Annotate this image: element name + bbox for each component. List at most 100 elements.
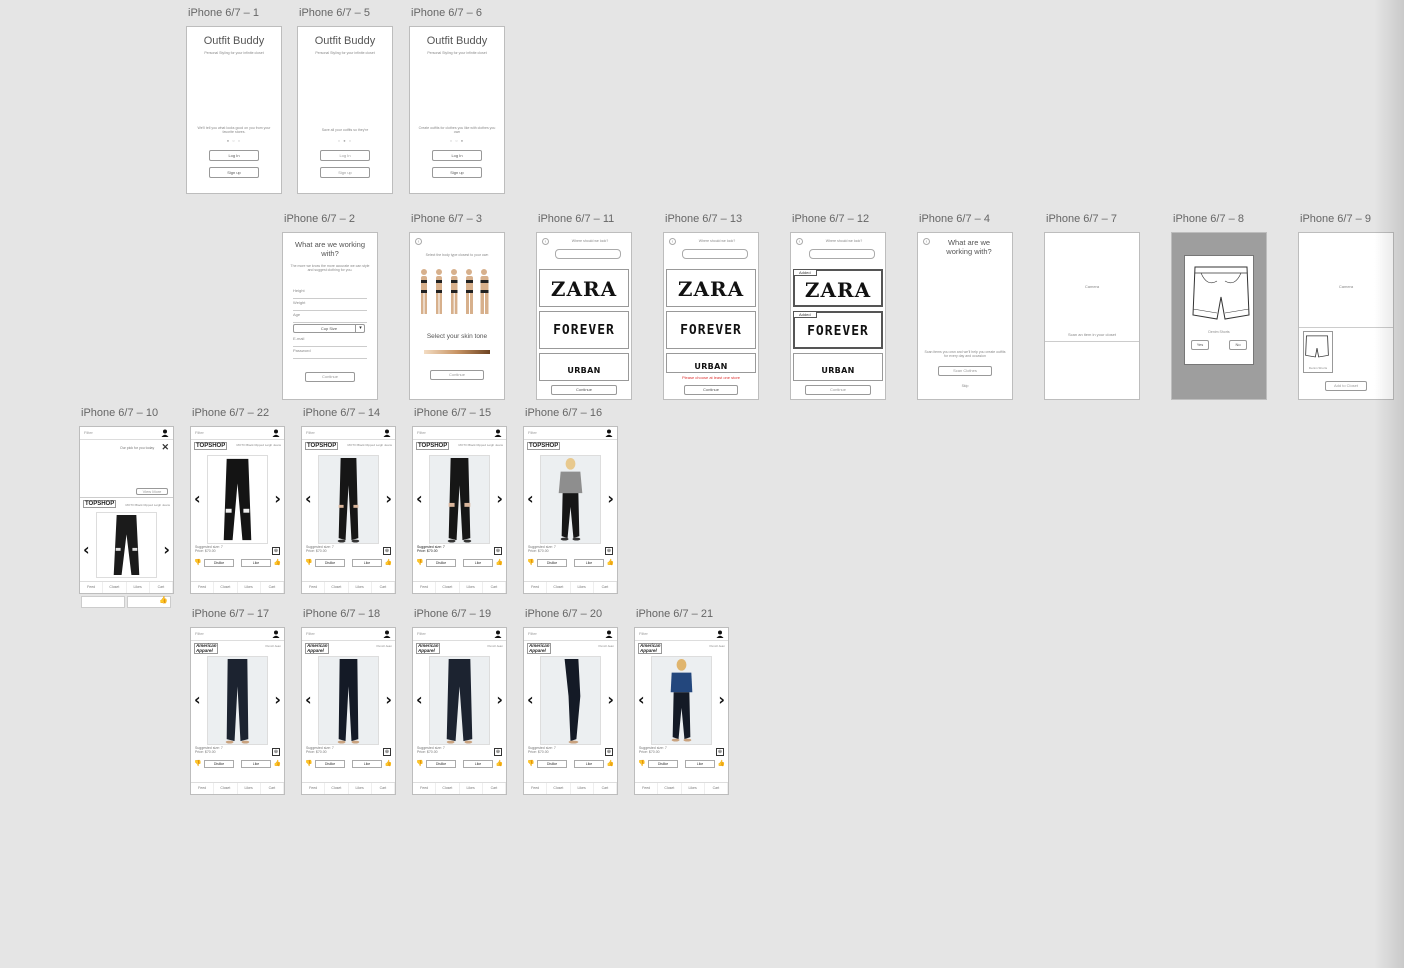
filter-button[interactable]: Filter (195, 430, 204, 435)
chevron-down-icon[interactable]: ▾ (355, 324, 365, 333)
tab-feed[interactable]: Feed (413, 783, 437, 794)
thumbs-up-icon[interactable]: 👍 (385, 559, 392, 566)
store-search-input[interactable] (809, 249, 875, 259)
previous-arrow-icon[interactable]: ‹ (194, 690, 201, 709)
next-arrow-icon[interactable]: › (163, 540, 170, 559)
age-field[interactable]: Age (293, 312, 367, 323)
tab-likes[interactable]: Likes (682, 783, 705, 794)
tab-cart[interactable]: Cart (483, 582, 506, 593)
tab-cart[interactable]: Cart (483, 783, 506, 794)
user-icon[interactable] (272, 630, 280, 638)
previous-arrow-icon[interactable]: ‹ (638, 690, 645, 709)
add-to-cart-icon[interactable]: ⊕ (272, 748, 280, 756)
add-to-cart-icon[interactable]: ⊕ (494, 547, 502, 555)
add-to-cart-icon[interactable]: ⊕ (272, 547, 280, 555)
thumbs-up-icon[interactable]: 👍 (607, 559, 614, 566)
signup-button[interactable]: Sign up (320, 167, 370, 178)
store-urban-outfitters[interactable]: URBAN OUTFITTERS (666, 353, 756, 373)
next-arrow-icon[interactable]: › (718, 690, 725, 709)
user-icon[interactable] (716, 630, 724, 638)
tab-closet[interactable]: Closet (325, 783, 349, 794)
view-more-button[interactable]: View More (136, 488, 168, 495)
back-icon[interactable]: ‹ (796, 238, 803, 245)
tab-likes[interactable]: Likes (127, 582, 150, 593)
filter-button[interactable]: Filter (417, 430, 426, 435)
filter-button[interactable]: Filter (528, 631, 537, 636)
close-icon[interactable]: ✕ (161, 442, 169, 453)
tab-closet[interactable]: Closet (214, 783, 238, 794)
tab-closet[interactable]: Closet (214, 582, 238, 593)
tab-feed[interactable]: Feed (302, 783, 326, 794)
like-button[interactable]: Like (463, 760, 493, 768)
skip-link[interactable]: Skip (924, 384, 1006, 388)
thumbs-down-icon[interactable]: 👎 (194, 559, 201, 566)
user-icon[interactable] (494, 429, 502, 437)
login-button[interactable]: Log In (320, 150, 370, 161)
like-button[interactable]: Like (352, 760, 382, 768)
thumbs-down-icon[interactable]: 👎 (527, 760, 534, 767)
dislike-button[interactable]: Dislike (537, 559, 567, 567)
user-icon[interactable] (494, 630, 502, 638)
user-icon[interactable] (383, 630, 391, 638)
filter-button[interactable]: Filter (528, 430, 537, 435)
thumbs-down-icon[interactable]: 👎 (416, 559, 423, 566)
login-button[interactable]: Log In (209, 150, 259, 161)
dislike-button[interactable]: Dislike (426, 760, 456, 768)
tab-likes[interactable]: Likes (460, 582, 483, 593)
tab-closet[interactable]: Closet (547, 582, 571, 593)
tab-closet[interactable]: Closet (658, 783, 682, 794)
continue-button[interactable]: Continue (551, 385, 617, 395)
dislike-button[interactable]: Dislike (204, 559, 234, 567)
next-arrow-icon[interactable]: › (385, 489, 392, 508)
tab-feed[interactable]: Feed (524, 783, 548, 794)
tab-cart[interactable]: Cart (705, 783, 728, 794)
tab-feed[interactable]: Feed (80, 582, 104, 593)
add-to-cart-icon[interactable]: ⊕ (605, 748, 613, 756)
filter-button[interactable]: Filter (195, 631, 204, 636)
user-icon[interactable] (383, 429, 391, 437)
skin-tone-slider[interactable] (424, 350, 490, 354)
dislike-button[interactable]: Dislike (315, 760, 345, 768)
previous-arrow-icon[interactable]: ‹ (83, 540, 90, 559)
like-button[interactable]: Like (574, 760, 604, 768)
dislike-button[interactable]: Dislike (315, 559, 345, 567)
add-to-cart-icon[interactable]: ⊕ (716, 748, 724, 756)
signup-button[interactable]: Sign up (432, 167, 482, 178)
thumbs-down-icon[interactable]: 👎 (638, 760, 645, 767)
tab-likes[interactable]: Likes (349, 582, 372, 593)
filter-button[interactable]: Filter (639, 631, 648, 636)
like-button[interactable]: Like (352, 559, 382, 567)
previous-arrow-icon[interactable]: ‹ (527, 489, 534, 508)
user-icon[interactable] (605, 429, 613, 437)
tab-cart[interactable]: Cart (261, 582, 284, 593)
signup-button[interactable]: Sign up (209, 167, 259, 178)
tab-cart[interactable]: Cart (594, 783, 617, 794)
tab-likes[interactable]: Likes (238, 783, 261, 794)
next-arrow-icon[interactable]: › (607, 690, 614, 709)
tab-likes[interactable]: Likes (571, 582, 594, 593)
scanned-thumbnail[interactable]: Denim Shorts (1303, 331, 1333, 373)
thumbs-up-icon[interactable]: 👍 (496, 760, 503, 767)
dislike-button[interactable]: Dislike (537, 760, 567, 768)
store-search-input[interactable] (555, 249, 621, 259)
user-icon[interactable] (605, 630, 613, 638)
tab-closet[interactable]: Closet (547, 783, 571, 794)
like-button[interactable]: Like (463, 559, 493, 567)
continue-button[interactable]: Continue (305, 372, 355, 382)
height-field[interactable]: Height (293, 288, 367, 299)
previous-arrow-icon[interactable]: ‹ (527, 690, 534, 709)
previous-arrow-icon[interactable]: ‹ (305, 489, 312, 508)
like-button[interactable]: Like (574, 559, 604, 567)
thumbs-up-icon[interactable]: 👍 (607, 760, 614, 767)
store-urban-outfitters[interactable]: URBAN OUTFITTERS (793, 353, 883, 381)
add-to-cart-icon[interactable]: ⊕ (383, 748, 391, 756)
filter-button[interactable]: Filter (84, 430, 93, 435)
like-button[interactable]: Like (241, 559, 271, 567)
tab-feed[interactable]: Feed (191, 582, 215, 593)
back-icon[interactable]: ‹ (923, 238, 930, 245)
thumbs-up-icon[interactable]: 👍 (496, 559, 503, 566)
previous-arrow-icon[interactable]: ‹ (416, 690, 423, 709)
tab-cart[interactable]: Cart (261, 783, 284, 794)
previous-arrow-icon[interactable]: ‹ (305, 690, 312, 709)
filter-button[interactable]: Filter (306, 430, 315, 435)
